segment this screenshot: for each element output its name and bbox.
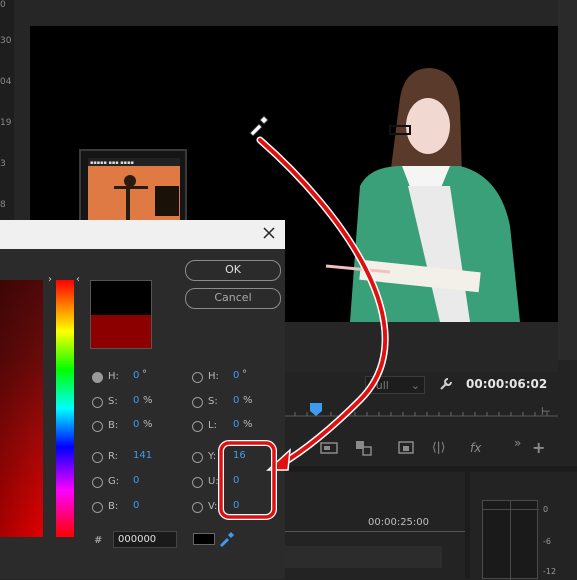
eyedropper-cursor-icon — [249, 115, 269, 136]
timeline-ruler-line — [285, 531, 465, 532]
u-value[interactable]: 0 — [233, 475, 239, 486]
g-label: G: — [108, 476, 120, 487]
color-swatch — [90, 280, 152, 349]
hex-input[interactable]: 000000 — [113, 531, 177, 548]
hex-preview-swatch — [193, 533, 215, 545]
ruler-tick: 8 — [0, 200, 6, 210]
blue-value[interactable]: 0 — [133, 500, 139, 511]
hsl-h-value[interactable]: 0 — [233, 370, 239, 381]
blue-radio[interactable] — [92, 502, 103, 513]
v-radio[interactable] — [192, 502, 203, 513]
more-controls-icon[interactable]: » — [514, 436, 521, 450]
v-label: V: — [208, 501, 218, 512]
s-unit: % — [143, 395, 153, 406]
zoom-select[interactable]: Full ⌄ — [365, 376, 425, 394]
meter-label: 0 — [543, 505, 549, 514]
export-frame-icon[interactable] — [320, 441, 340, 455]
h-value[interactable]: 0 — [133, 370, 139, 381]
color-field[interactable] — [0, 280, 43, 537]
y-value[interactable]: 16 — [233, 450, 246, 461]
overlay-icon[interactable] — [398, 440, 416, 456]
ruler-tick: 30 — [0, 36, 12, 46]
monitor-scrub-ruler[interactable] — [285, 402, 558, 420]
timeline-track[interactable] — [285, 546, 442, 568]
ok-button[interactable]: OK — [185, 260, 281, 281]
b-label: B: — [108, 420, 119, 431]
s-value[interactable]: 0 — [133, 395, 139, 406]
h-unit: ° — [142, 369, 147, 380]
ruler-tick: 04 — [0, 77, 12, 87]
hsl-l-radio[interactable] — [192, 421, 203, 432]
hsl-s-label: S: — [208, 396, 218, 407]
right-panel-strip — [558, 0, 577, 360]
s-radio[interactable] — [92, 397, 103, 408]
meter-label: -6 — [543, 537, 551, 546]
b-unit: % — [143, 419, 153, 430]
close-icon[interactable] — [262, 226, 276, 240]
fx-icon[interactable]: fx — [470, 441, 481, 455]
hsl-h-label: H: — [208, 371, 219, 382]
y-label: Y: — [208, 451, 217, 462]
b-value[interactable]: 0 — [133, 419, 139, 430]
hsl-s-value[interactable]: 0 — [233, 395, 239, 406]
h-label: H: — [108, 371, 119, 382]
r-label: R: — [108, 451, 119, 462]
u-radio[interactable] — [192, 477, 203, 488]
hsl-l-unit: % — [243, 419, 253, 430]
hsl-h-radio[interactable] — [192, 372, 203, 383]
svg-text:▪▪▪▪▪ ▪▪▪ ▪▪▪▪: ▪▪▪▪▪ ▪▪▪ ▪▪▪▪ — [90, 160, 134, 166]
hsl-s-unit: % — [243, 395, 253, 406]
hsl-s-radio[interactable] — [192, 397, 203, 408]
hsl-h-unit: ° — [242, 369, 247, 380]
timeline-ruler-timecode: 00:00:25:00 — [368, 517, 430, 528]
playhead-timecode[interactable]: 00:00:06:02 — [466, 377, 547, 391]
monitor-controls-top — [285, 322, 558, 372]
trim-icon[interactable]: ⟨|⟩ — [432, 440, 445, 454]
s-label: S: — [108, 396, 118, 407]
dialog-titlebar — [0, 220, 285, 249]
blue-label: B: — [108, 501, 119, 512]
compare-view-icon[interactable] — [355, 440, 373, 456]
r-radio[interactable] — [92, 452, 103, 463]
wrench-icon[interactable] — [438, 376, 454, 392]
zoom-value: Full — [370, 379, 389, 392]
hex-label: # — [94, 535, 103, 546]
add-button-icon[interactable]: + — [532, 440, 545, 456]
v-value[interactable]: 0 — [233, 500, 239, 511]
eyedropper-icon[interactable] — [218, 531, 234, 547]
g-radio[interactable] — [92, 477, 103, 488]
cancel-button[interactable]: Cancel — [185, 288, 281, 309]
audio-meter — [482, 500, 539, 580]
hsl-l-value[interactable]: 0 — [233, 419, 239, 430]
hue-marker-right-icon: ‹ — [76, 274, 80, 285]
hue-slider[interactable] — [56, 280, 74, 537]
u-label: U: — [208, 476, 219, 487]
chevron-down-icon: ⌄ — [410, 379, 420, 392]
hue-marker-left-icon: › — [48, 274, 52, 285]
h-radio[interactable] — [92, 372, 103, 383]
r-value[interactable]: 141 — [133, 450, 152, 461]
scrub-end-icon[interactable]: ⊢ — [541, 405, 551, 418]
ruler-tick: 0 — [0, 0, 6, 10]
left-ruler: 0 30 04 19 3 8 — [0, 0, 14, 220]
g-value[interactable]: 0 — [133, 475, 139, 486]
b-radio[interactable] — [92, 421, 103, 432]
new-color-swatch — [91, 281, 151, 315]
ruler-tick: 19 — [0, 118, 12, 128]
original-color-swatch[interactable] — [91, 315, 151, 348]
hsl-l-label: L: — [208, 420, 217, 431]
y-radio[interactable] — [192, 452, 203, 463]
playhead-icon[interactable] — [310, 403, 322, 417]
ruler-tick: 3 — [0, 159, 6, 169]
meter-label: -12 — [543, 567, 557, 576]
